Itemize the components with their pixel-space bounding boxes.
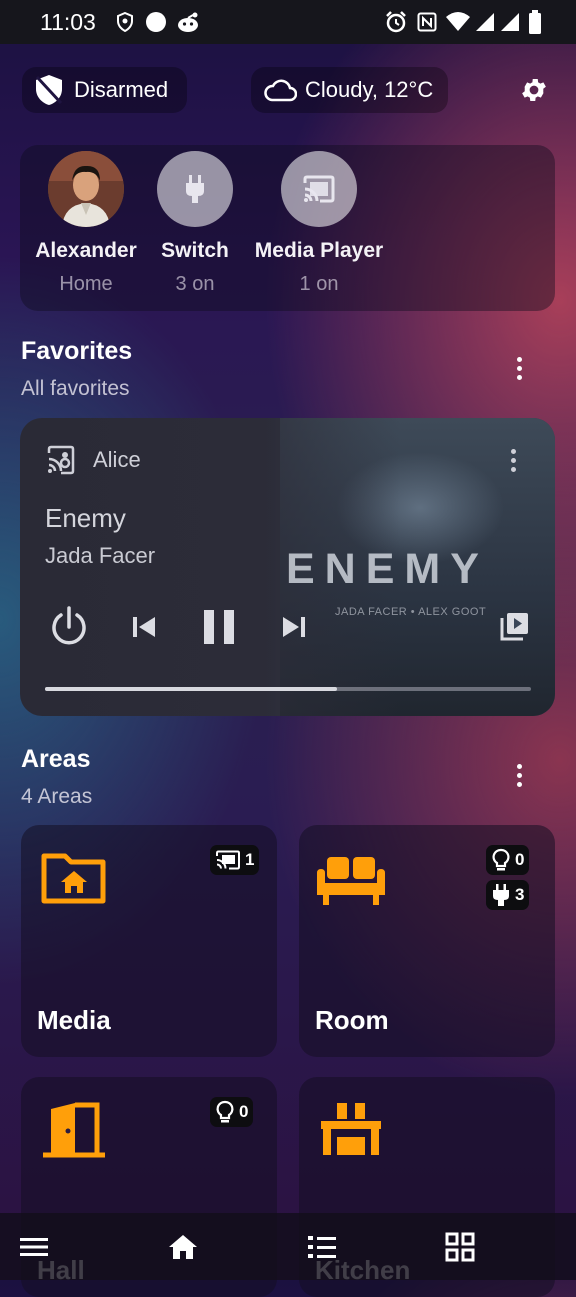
media-more-icon[interactable] <box>501 445 525 475</box>
entity-name: Switch <box>161 239 229 262</box>
media-browse-button[interactable] <box>498 609 532 643</box>
avatar <box>48 151 124 227</box>
entity-state: 1 on <box>299 273 339 295</box>
grid-icon[interactable] <box>443 1230 477 1264</box>
badge-count: 0 <box>239 1102 249 1121</box>
more-vert-icon[interactable] <box>507 353 531 383</box>
entity-name: Media Player <box>254 239 384 262</box>
areas-more-icon[interactable] <box>507 760 531 790</box>
home-icon[interactable] <box>166 1230 200 1264</box>
alarm-icon <box>384 10 408 34</box>
bulb-icon <box>491 848 511 872</box>
area-card-room[interactable]: 0 3 Room <box>299 825 555 1057</box>
badge-count: 3 <box>515 885 525 904</box>
album-art-subtitle: JADA FACER • ALEX GOOT <box>335 606 487 618</box>
area-badge-lights: 0 <box>486 845 530 875</box>
person-state: Home <box>59 273 113 295</box>
cloud-icon <box>263 78 297 102</box>
cast-icon <box>281 151 357 227</box>
areas-title: Areas <box>21 745 91 773</box>
previous-button[interactable] <box>130 612 158 642</box>
person-name: Alexander <box>35 239 137 262</box>
area-badge: 1 <box>210 845 260 875</box>
media-source: Alice <box>93 447 141 472</box>
cast-icon <box>215 850 241 870</box>
badge-count: 0 <box>515 850 525 869</box>
skip-previous-icon <box>131 615 157 639</box>
table-icon <box>319 1101 383 1162</box>
area-badge: 0 <box>210 1097 254 1127</box>
bottom-nav <box>0 1213 576 1280</box>
nfc-icon <box>416 10 438 34</box>
entities-card: Alexander Home Switch 3 on Media Player … <box>20 145 555 311</box>
gear-icon[interactable] <box>519 75 549 105</box>
alarm-label: Disarmed <box>74 77 169 102</box>
bulb-icon <box>215 1100 235 1124</box>
weather-chip[interactable]: Cloudy, 12°C <box>251 67 448 113</box>
folder-home-icon <box>41 851 107 910</box>
alarm-chip[interactable]: Disarmed <box>22 67 187 113</box>
pause-icon <box>202 608 236 646</box>
pause-button[interactable] <box>200 606 238 648</box>
next-button[interactable] <box>280 612 308 642</box>
media-progress-track[interactable] <box>45 687 531 691</box>
power-icon <box>47 605 91 649</box>
list-icon[interactable] <box>305 1230 339 1264</box>
area-name: Room <box>315 1005 389 1035</box>
album-art-title: ENEMY <box>286 545 489 593</box>
plug-icon <box>491 883 511 907</box>
person-alexander[interactable]: Alexander Home <box>31 145 141 296</box>
status-time: 11:03 <box>40 9 96 35</box>
signal-icon-2 <box>498 10 522 34</box>
signal-icon <box>473 10 497 34</box>
entity-media-player[interactable]: Media Player 1 on <box>249 145 389 296</box>
power-button[interactable] <box>46 604 92 650</box>
media-progress-fill <box>45 687 337 691</box>
area-badge-switches: 3 <box>486 880 530 910</box>
menu-icon[interactable] <box>17 1230 51 1264</box>
badge-count: 1 <box>245 850 255 869</box>
favorites-subtitle: All favorites <box>21 377 130 400</box>
area-name: Media <box>37 1005 111 1035</box>
playlist-play-icon <box>499 610 531 642</box>
media-track: Enemy <box>45 503 126 533</box>
entity-switch[interactable]: Switch 3 on <box>140 145 250 296</box>
wifi-icon <box>444 10 472 34</box>
plug-icon <box>157 151 233 227</box>
door-icon <box>41 1101 107 1164</box>
circle-icon <box>144 10 168 34</box>
sofa-icon <box>315 855 387 912</box>
speaker-group-icon <box>45 444 79 478</box>
areas-subtitle: 4 Areas <box>21 785 93 808</box>
media-artist: Jada Facer <box>45 543 156 568</box>
favorites-title: Favorites <box>21 337 133 365</box>
shield-icon <box>114 10 136 34</box>
entity-state: 3 on <box>175 273 215 295</box>
battery-icon <box>526 10 544 34</box>
reddit-icon <box>175 10 201 34</box>
shield-off-icon <box>34 74 64 106</box>
area-card-media[interactable]: 1 Media <box>21 825 277 1057</box>
weather-label: Cloudy, 12°C <box>305 77 434 102</box>
skip-next-icon <box>281 615 307 639</box>
